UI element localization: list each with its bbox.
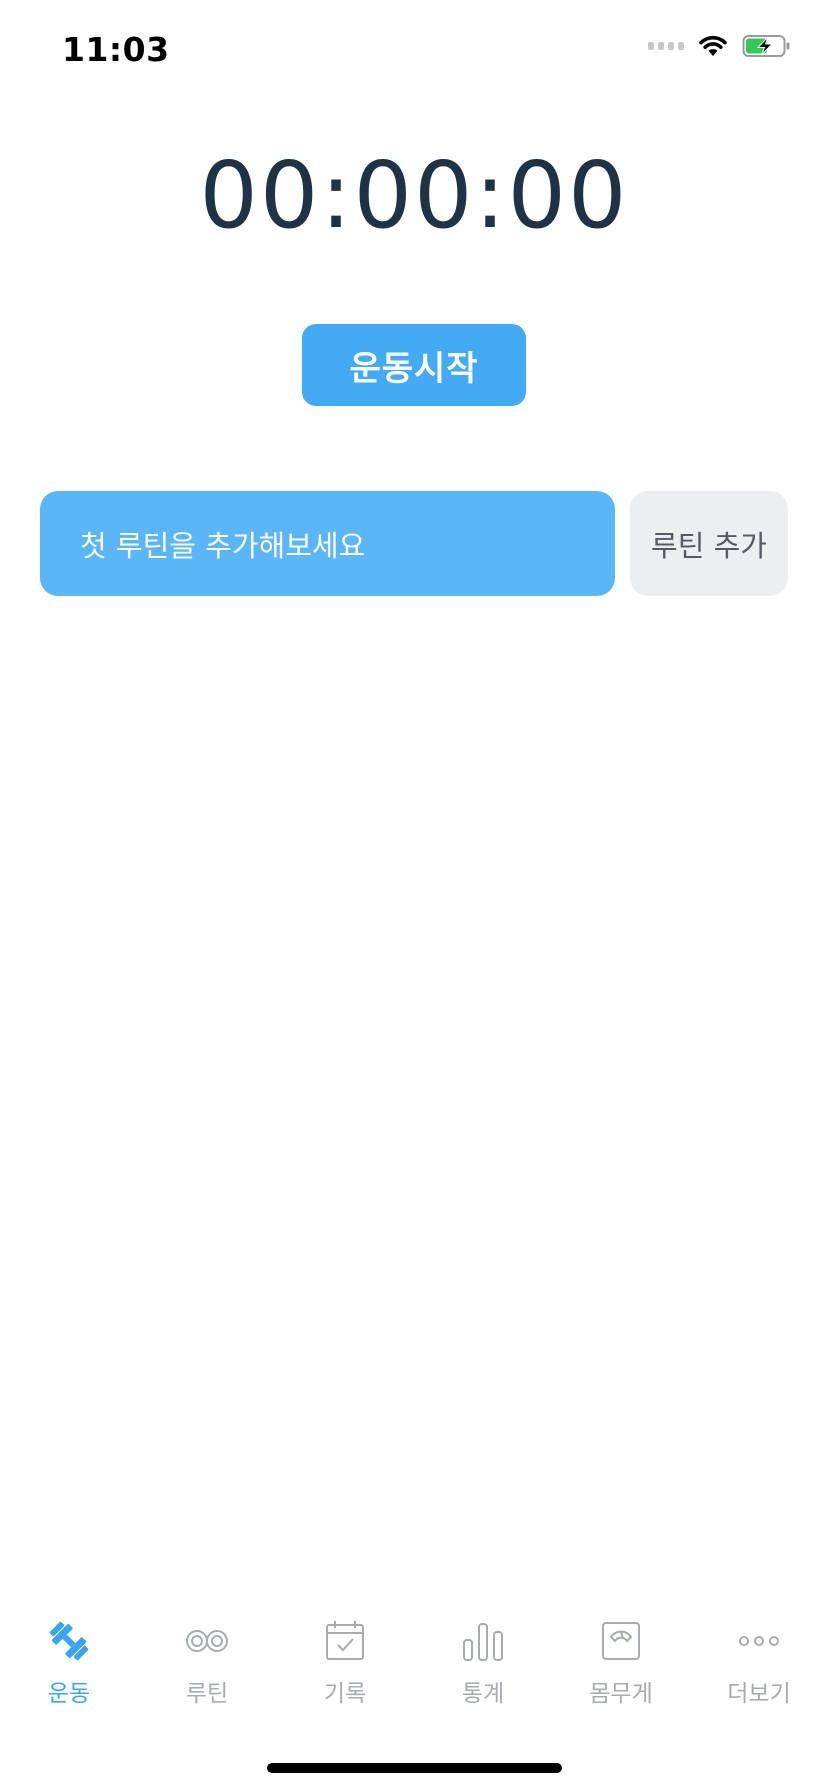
tab-records[interactable]: 기록 bbox=[276, 1618, 414, 1728]
tab-label-records: 기록 bbox=[323, 1681, 367, 1707]
status-time: 11:03 bbox=[62, 30, 170, 69]
more-dots-icon bbox=[736, 1618, 782, 1664]
bar-chart-icon bbox=[460, 1618, 506, 1664]
tab-label-workout: 운동 bbox=[47, 1681, 91, 1707]
tab-label-routine: 루틴 bbox=[185, 1681, 229, 1707]
tab-routine[interactable]: 루틴 bbox=[138, 1618, 276, 1728]
tab-bar: 운동 루틴 기록 통계 몸무게 더보기 bbox=[0, 1618, 828, 1728]
add-routine-button[interactable]: 루틴 추가 bbox=[630, 491, 788, 596]
tab-more[interactable]: 더보기 bbox=[690, 1618, 828, 1728]
status-icons bbox=[648, 34, 792, 58]
home-indicator[interactable] bbox=[267, 1763, 562, 1773]
dumbbell-icon bbox=[46, 1618, 92, 1664]
battery-charging-icon bbox=[742, 35, 790, 57]
status-bar: 11:03 bbox=[0, 0, 828, 100]
tab-stats[interactable]: 통계 bbox=[414, 1618, 552, 1728]
calendar-check-icon bbox=[322, 1618, 368, 1664]
tab-label-stats: 통계 bbox=[461, 1681, 505, 1707]
tab-workout[interactable]: 운동 bbox=[0, 1618, 138, 1728]
tab-label-weight: 몸무게 bbox=[589, 1681, 653, 1707]
infinity-icon bbox=[184, 1618, 230, 1664]
start-workout-button[interactable]: 운동시작 bbox=[302, 324, 526, 406]
add-first-routine-card[interactable]: 첫 루틴을 추가해보세요 bbox=[40, 491, 615, 596]
wifi-icon bbox=[699, 35, 727, 56]
tab-label-more: 더보기 bbox=[727, 1681, 791, 1707]
workout-timer: 00:00:00 bbox=[199, 142, 629, 249]
cellular-signal-icon bbox=[648, 42, 684, 50]
scale-icon bbox=[598, 1618, 644, 1664]
tab-weight[interactable]: 몸무게 bbox=[552, 1618, 690, 1728]
